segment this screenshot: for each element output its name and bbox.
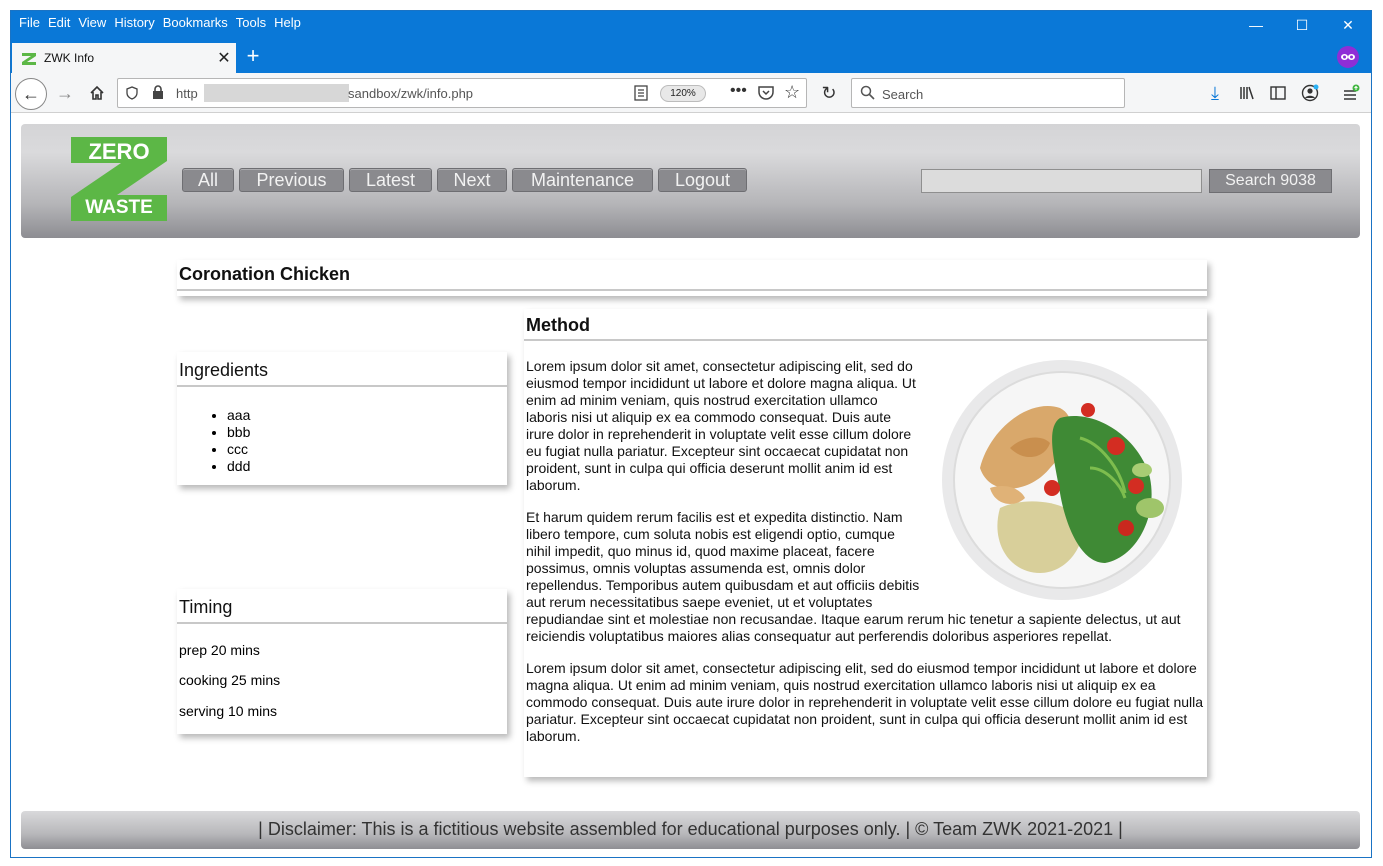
- window-controls: — ☐ ✕: [1233, 11, 1371, 39]
- timing-panel: Timing prep 20 mins cooking 25 mins serv…: [177, 589, 507, 734]
- zoom-level[interactable]: 120%: [660, 85, 706, 102]
- browser-window: File Edit View History Bookmarks Tools H…: [10, 10, 1372, 858]
- site-footer: | Disclaimer: This is a fictitious websi…: [21, 811, 1360, 849]
- account-icon[interactable]: [1296, 79, 1324, 107]
- sidebar-icon[interactable]: [1264, 79, 1292, 107]
- nav-next-button[interactable]: Next: [437, 168, 507, 192]
- address-bar[interactable]: http sandbox/zwk/info.php 120% ••• ☆: [117, 78, 807, 108]
- search-placeholder: Search: [882, 87, 924, 102]
- url-path: sandbox/zwk/info.php: [348, 86, 474, 101]
- minimize-icon[interactable]: —: [1233, 11, 1279, 39]
- ingredients-heading: Ingredients: [177, 352, 507, 387]
- zero-waste-logo[interactable]: ZERO WASTE: [71, 137, 171, 221]
- nav-logout-button[interactable]: Logout: [658, 168, 747, 192]
- ingredient-item: aaa: [227, 407, 507, 424]
- method-panel: Method Lorem ipsum dolor sit amet, conse…: [524, 309, 1207, 777]
- close-window-icon[interactable]: ✕: [1325, 11, 1371, 39]
- downloads-icon[interactable]: ⤓: [1201, 79, 1229, 107]
- forward-arrow-icon[interactable]: →: [51, 79, 79, 107]
- menu-file[interactable]: File: [17, 14, 46, 34]
- ingredients-list: aaa bbb ccc ddd: [227, 407, 507, 475]
- menu-edit[interactable]: Edit: [46, 14, 76, 34]
- menu-bar: File Edit View History Bookmarks Tools H…: [17, 14, 307, 34]
- tab-zwk-info[interactable]: ZWK Info ✕: [12, 41, 236, 73]
- zwk-favicon-icon: [22, 52, 36, 65]
- app-menu-icon[interactable]: [1337, 79, 1365, 107]
- close-tab-icon[interactable]: ✕: [212, 48, 236, 68]
- site-header: ZERO WASTE All Previous Latest Next Main…: [21, 124, 1360, 238]
- reader-view-icon[interactable]: [634, 85, 648, 106]
- page-content: ZERO WASTE All Previous Latest Next Main…: [11, 114, 1371, 857]
- bookmark-star-icon[interactable]: ☆: [784, 82, 800, 103]
- method-paragraph: Lorem ipsum dolor sit amet, consectetur …: [526, 660, 1204, 744]
- logo-bottom-text: WASTE: [85, 197, 153, 218]
- menu-tools[interactable]: Tools: [234, 14, 272, 34]
- reload-icon[interactable]: ↻: [815, 79, 843, 107]
- tab-title: ZWK Info: [44, 51, 95, 65]
- timing-cooking: cooking 25 mins: [179, 672, 281, 688]
- shield-icon[interactable]: [126, 86, 138, 105]
- maximize-icon[interactable]: ☐: [1279, 11, 1325, 39]
- nav-latest-button[interactable]: Latest: [349, 168, 432, 192]
- timing-prep: prep 20 mins: [179, 642, 260, 658]
- pocket-icon[interactable]: [758, 85, 774, 105]
- new-tab-icon[interactable]: +: [241, 44, 265, 68]
- search-icon: [860, 85, 875, 105]
- ingredients-panel: Ingredients aaa bbb ccc ddd: [177, 352, 507, 485]
- method-heading: Method: [524, 309, 1207, 341]
- navigation-toolbar: ← → http sandbox/zwk/info.php 120% ••• ☆: [11, 73, 1371, 113]
- nav-previous-button[interactable]: Previous: [239, 168, 344, 192]
- site-search-button[interactable]: Search 9038: [1209, 169, 1332, 193]
- title-bar: File Edit View History Bookmarks Tools H…: [11, 11, 1371, 73]
- private-browsing-icon: [1337, 46, 1359, 68]
- logo-top-text: ZERO: [88, 139, 149, 164]
- timing-heading: Timing: [177, 589, 507, 624]
- food-photo: [940, 358, 1184, 602]
- ingredient-item: ddd: [227, 458, 507, 475]
- lock-icon[interactable]: [152, 85, 164, 105]
- recipe-title: Coronation Chicken: [177, 260, 1207, 291]
- more-actions-icon[interactable]: •••: [730, 82, 747, 100]
- url-scheme: http: [176, 86, 198, 101]
- back-arrow-icon[interactable]: ←: [15, 78, 47, 110]
- ingredient-item: bbb: [227, 424, 507, 441]
- browser-search-bar[interactable]: Search: [851, 78, 1125, 108]
- redacted-host: [204, 84, 349, 102]
- timing-serving: serving 10 mins: [179, 703, 278, 719]
- site-search-input[interactable]: [921, 169, 1202, 193]
- menu-help[interactable]: Help: [272, 14, 307, 34]
- library-icon[interactable]: [1233, 79, 1261, 107]
- menu-view[interactable]: View: [76, 14, 112, 34]
- menu-history[interactable]: History: [112, 14, 160, 34]
- menu-bookmarks[interactable]: Bookmarks: [161, 14, 234, 34]
- method-body: Lorem ipsum dolor sit amet, consectetur …: [524, 341, 1204, 745]
- nav-all-button[interactable]: All: [182, 168, 234, 192]
- ingredient-item: ccc: [227, 441, 507, 458]
- recipe-title-panel: Coronation Chicken: [177, 260, 1207, 296]
- home-icon[interactable]: [83, 79, 111, 107]
- nav-maintenance-button[interactable]: Maintenance: [512, 168, 653, 192]
